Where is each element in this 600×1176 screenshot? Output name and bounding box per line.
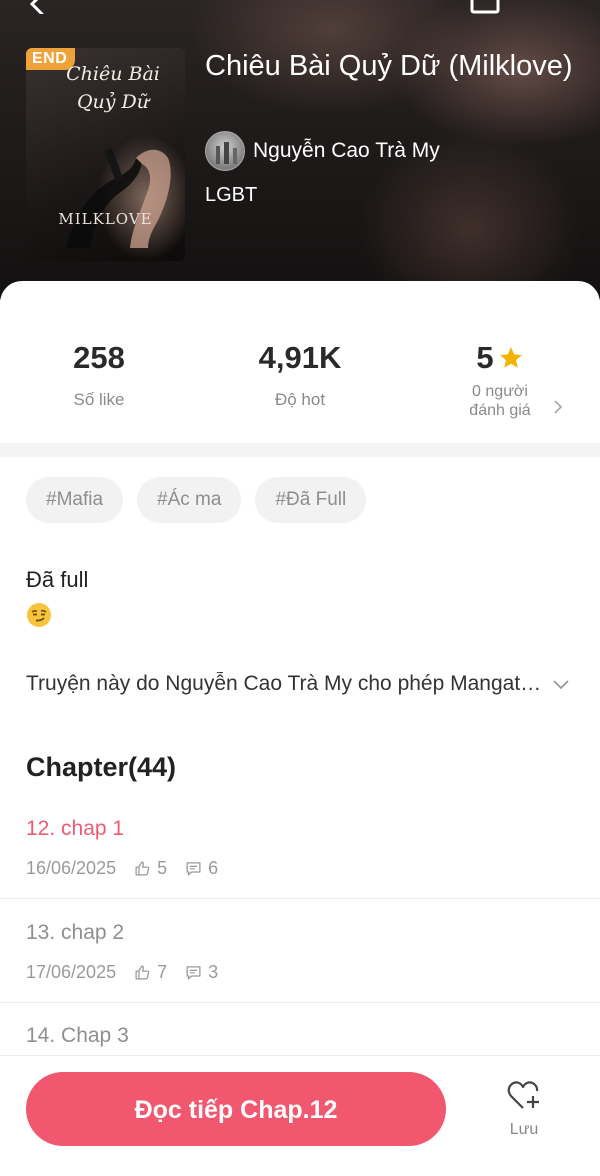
- cover-penname: MILKLOVE: [58, 210, 153, 228]
- author-name[interactable]: Nguyễn Cao Trà My: [253, 139, 440, 163]
- tag-ac-ma[interactable]: #Ác ma: [137, 477, 242, 523]
- chapter-comments: 3: [208, 962, 219, 982]
- hot-count: 4,91K: [258, 340, 342, 375]
- chapter-comments: 6: [208, 858, 219, 878]
- continue-reading-button[interactable]: Đọc tiếp Chap.12: [26, 1072, 446, 1146]
- section-divider: [0, 443, 600, 457]
- chapter-likes: 5: [157, 858, 168, 878]
- chevron-right-icon[interactable]: [553, 400, 563, 414]
- back-icon[interactable]: [26, 0, 50, 14]
- rating-value: 5: [476, 340, 494, 375]
- chapter-item-meta: 17/06/2025 7 3: [26, 962, 218, 983]
- save-label: Lưu: [509, 1121, 539, 1138]
- heart-plus-icon: [507, 1081, 539, 1109]
- book-title: Chiêu Bài Quỷ Dữ (Milklove): [205, 50, 573, 82]
- row-divider: [0, 898, 600, 899]
- share-icon[interactable]: [470, 0, 500, 14]
- likes-label: Số like: [73, 390, 125, 409]
- chevron-down-icon[interactable]: [552, 678, 570, 692]
- chapter-item-title[interactable]: 13. chap 2: [26, 921, 124, 945]
- smirk-emoji-icon: [27, 603, 51, 627]
- avatar-image: [216, 142, 237, 164]
- thumb-up-icon: [135, 965, 150, 980]
- status-text: Đã full: [26, 567, 89, 592]
- author-avatar[interactable]: [205, 131, 245, 171]
- author-row[interactable]: Nguyễn Cao Trà My: [205, 131, 440, 171]
- tag-list: #Mafia #Ác ma #Đã Full: [26, 477, 367, 523]
- chapter-item-title[interactable]: 14. Chap 3: [26, 1024, 129, 1048]
- chapter-date: 16/06/2025: [26, 858, 117, 878]
- star-icon: [499, 347, 522, 368]
- hot-label: Độ hot: [274, 390, 326, 409]
- rating-label-line1: 0 người: [472, 383, 528, 400]
- rating-label-line2: đánh giá: [469, 402, 531, 419]
- tag-da-full[interactable]: #Đã Full: [255, 477, 367, 523]
- comment-icon: [186, 966, 201, 980]
- save-button[interactable]: Lưu: [502, 1080, 546, 1139]
- cover-title: Chiêu Bài Quỷ Dữ: [66, 63, 160, 113]
- row-divider: [0, 1002, 600, 1003]
- stat-likes: 258 Số like: [40, 340, 158, 410]
- comment-icon: [186, 862, 201, 876]
- rating-label: 0 người đánh giá: [440, 382, 560, 420]
- cover-illustration: [66, 147, 171, 248]
- chapter-date: 17/06/2025: [26, 962, 117, 982]
- stat-hot: 4,91K Độ hot: [230, 340, 370, 410]
- chapter-item-title[interactable]: 12. chap 1: [26, 817, 124, 841]
- book-header: END Chiêu Bài Quỷ Dữ MILKLOVE Chiêu Bài …: [0, 0, 600, 300]
- genre-label[interactable]: LGBT: [205, 184, 257, 207]
- likes-count: 258: [73, 340, 125, 375]
- chapter-heading: Chapter(44): [26, 752, 177, 782]
- tag-mafia[interactable]: #Mafia: [26, 477, 124, 523]
- book-cover[interactable]: END Chiêu Bài Quỷ Dữ MILKLOVE: [26, 48, 185, 261]
- chapter-item-meta: 16/06/2025 5 6: [26, 858, 218, 879]
- description-text[interactable]: Truyện này do Nguyễn Cao Trà My cho phép…: [26, 672, 551, 696]
- thumb-up-icon: [135, 861, 150, 876]
- chapter-likes: 7: [157, 962, 168, 982]
- stat-rating[interactable]: 5 0 người đánh giá: [440, 340, 560, 420]
